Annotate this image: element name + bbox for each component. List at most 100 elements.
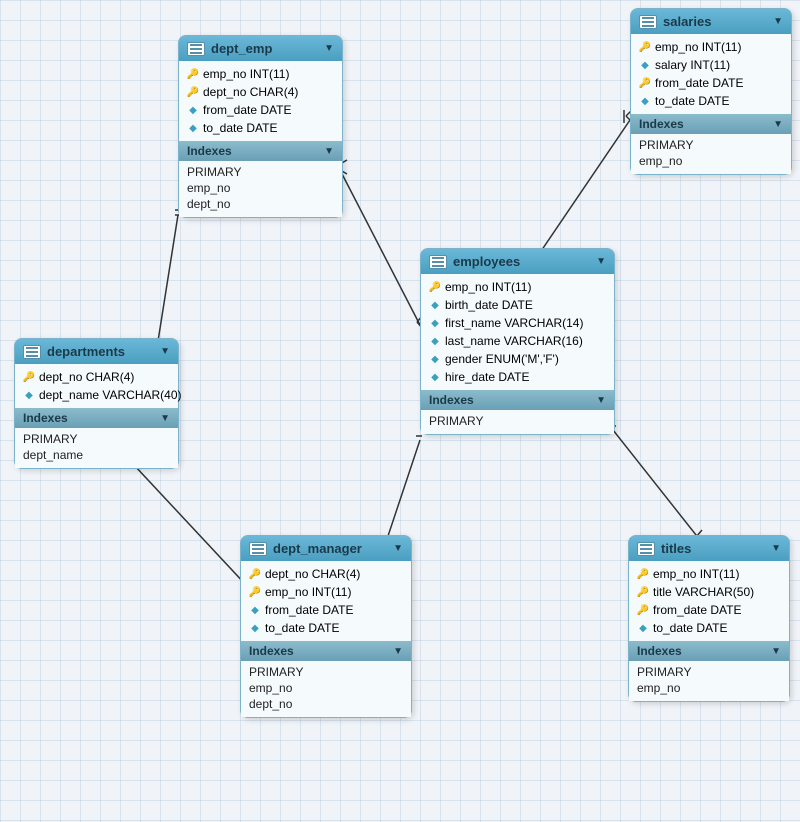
field-text: to_date DATE	[653, 621, 727, 635]
table-departments-icon	[23, 345, 41, 359]
field-row: ◆ from_date DATE	[179, 101, 342, 119]
indexes-arrow: ▼	[393, 646, 403, 657]
field-text: from_date DATE	[203, 103, 291, 117]
table-dept-manager-header: dept_manager ▼	[241, 536, 411, 561]
index-row: PRIMARY	[637, 664, 781, 680]
indexes-label: Indexes	[249, 644, 294, 658]
field-row: 🔑 dept_no CHAR(4)	[179, 83, 342, 101]
table-salaries-header: salaries ▼	[631, 9, 791, 34]
indexes-arrow: ▼	[596, 395, 606, 406]
table-dept-emp-indexes-header[interactable]: Indexes ▼	[179, 141, 342, 161]
table-dept-manager[interactable]: dept_manager ▼ 🔑 dept_no CHAR(4) 🔑 emp_n…	[240, 535, 412, 718]
table-dept-emp[interactable]: dept_emp ▼ 🔑 emp_no INT(11) 🔑 dept_no CH…	[178, 35, 343, 218]
index-row: emp_no	[639, 153, 783, 169]
index-row: PRIMARY	[187, 164, 334, 180]
field-row: ◆ to_date DATE	[631, 92, 791, 110]
index-row: dept_no	[187, 196, 334, 212]
field-row: 🔑 emp_no INT(11)	[629, 565, 789, 583]
field-row: 🔑 emp_no INT(11)	[241, 583, 411, 601]
field-row: ◆ birth_date DATE	[421, 296, 614, 314]
index-row: PRIMARY	[429, 413, 606, 429]
field-text: emp_no INT(11)	[653, 567, 739, 581]
table-titles[interactable]: titles ▼ 🔑 emp_no INT(11) 🔑 title VARCHA…	[628, 535, 790, 702]
field-text: hire_date DATE	[445, 370, 530, 384]
field-text: dept_no CHAR(4)	[39, 370, 134, 384]
table-employees-fields: 🔑 emp_no INT(11) ◆ birth_date DATE ◆ fir…	[421, 274, 614, 390]
table-dept-emp-icon	[187, 42, 205, 56]
indexes-arrow: ▼	[773, 119, 783, 130]
field-text: gender ENUM('M','F')	[445, 352, 559, 366]
field-row: 🔑 emp_no INT(11)	[631, 38, 791, 56]
diamond-icon: ◆	[639, 59, 651, 71]
field-row: ◆ last_name VARCHAR(16)	[421, 332, 614, 350]
diamond-icon: ◆	[429, 335, 441, 347]
field-text: emp_no INT(11)	[445, 280, 531, 294]
field-row: ◆ first_name VARCHAR(14)	[421, 314, 614, 332]
key-icon: 🔑	[639, 41, 651, 53]
diamond-icon: ◆	[429, 299, 441, 311]
table-dept-manager-arrow[interactable]: ▼	[393, 543, 403, 554]
table-salaries-fields: 🔑 emp_no INT(11) ◆ salary INT(11) 🔑 from…	[631, 34, 791, 114]
table-titles-icon	[637, 542, 655, 556]
table-departments-arrow[interactable]: ▼	[160, 346, 170, 357]
field-text: from_date DATE	[265, 603, 353, 617]
table-dept-manager-icon	[249, 542, 267, 556]
field-row: ◆ to_date DATE	[179, 119, 342, 137]
table-employees-header: employees ▼	[421, 249, 614, 274]
diamond-icon: ◆	[187, 122, 199, 134]
table-employees-title: employees	[453, 254, 520, 269]
indexes-label: Indexes	[637, 644, 682, 658]
table-titles-header: titles ▼	[629, 536, 789, 561]
table-dept-manager-indexes-header[interactable]: Indexes ▼	[241, 641, 411, 661]
key-icon: 🔑	[187, 86, 199, 98]
field-text: title VARCHAR(50)	[653, 585, 754, 599]
index-row: PRIMARY	[639, 137, 783, 153]
field-text: emp_no INT(11)	[265, 585, 351, 599]
table-salaries-arrow[interactable]: ▼	[773, 16, 783, 27]
key-icon: 🔑	[249, 586, 261, 598]
table-titles-arrow[interactable]: ▼	[771, 543, 781, 554]
table-employees-arrow[interactable]: ▼	[596, 256, 606, 267]
key-icon: 🔑	[23, 371, 35, 383]
field-row: 🔑 title VARCHAR(50)	[629, 583, 789, 601]
table-employees[interactable]: employees ▼ 🔑 emp_no INT(11) ◆ birth_dat…	[420, 248, 615, 435]
indexes-label: Indexes	[429, 393, 474, 407]
field-row: 🔑 dept_no CHAR(4)	[241, 565, 411, 583]
field-row: ◆ dept_name VARCHAR(40)	[15, 386, 178, 404]
table-dept-emp-arrow[interactable]: ▼	[324, 43, 334, 54]
field-row: ◆ salary INT(11)	[631, 56, 791, 74]
diamond-icon: ◆	[429, 317, 441, 329]
indexes-arrow: ▼	[324, 146, 334, 157]
indexes-arrow: ▼	[160, 413, 170, 424]
table-titles-indexes-header[interactable]: Indexes ▼	[629, 641, 789, 661]
field-text: dept_no CHAR(4)	[265, 567, 360, 581]
table-departments-header: departments ▼	[15, 339, 178, 364]
index-row: PRIMARY	[249, 664, 403, 680]
indexes-arrow: ▼	[771, 646, 781, 657]
indexes-label: Indexes	[23, 411, 68, 425]
table-salaries-indexes-header[interactable]: Indexes ▼	[631, 114, 791, 134]
field-text: first_name VARCHAR(14)	[445, 316, 583, 330]
table-salaries-title: salaries	[663, 14, 711, 29]
table-salaries[interactable]: salaries ▼ 🔑 emp_no INT(11) ◆ salary INT…	[630, 8, 792, 175]
index-row: emp_no	[637, 680, 781, 696]
diamond-icon: ◆	[429, 371, 441, 383]
field-text: to_date DATE	[655, 94, 729, 108]
field-text: from_date DATE	[655, 76, 743, 90]
field-text: from_date DATE	[653, 603, 741, 617]
table-departments-indexes-header[interactable]: Indexes ▼	[15, 408, 178, 428]
table-dept-emp-fields: 🔑 emp_no INT(11) 🔑 dept_no CHAR(4) ◆ fro…	[179, 61, 342, 141]
diamond-icon: ◆	[249, 604, 261, 616]
field-row: 🔑 emp_no INT(11)	[421, 278, 614, 296]
table-employees-indexes-body: PRIMARY	[421, 410, 614, 434]
table-employees-indexes-header[interactable]: Indexes ▼	[421, 390, 614, 410]
table-departments-fields: 🔑 dept_no CHAR(4) ◆ dept_name VARCHAR(40…	[15, 364, 178, 408]
index-row: dept_name	[23, 447, 170, 463]
index-row: emp_no	[249, 680, 403, 696]
diamond-icon: ◆	[187, 104, 199, 116]
field-row: 🔑 from_date DATE	[631, 74, 791, 92]
key-icon: 🔑	[187, 68, 199, 80]
field-row: ◆ to_date DATE	[629, 619, 789, 637]
table-departments[interactable]: departments ▼ 🔑 dept_no CHAR(4) ◆ dept_n…	[14, 338, 179, 469]
table-employees-icon	[429, 255, 447, 269]
